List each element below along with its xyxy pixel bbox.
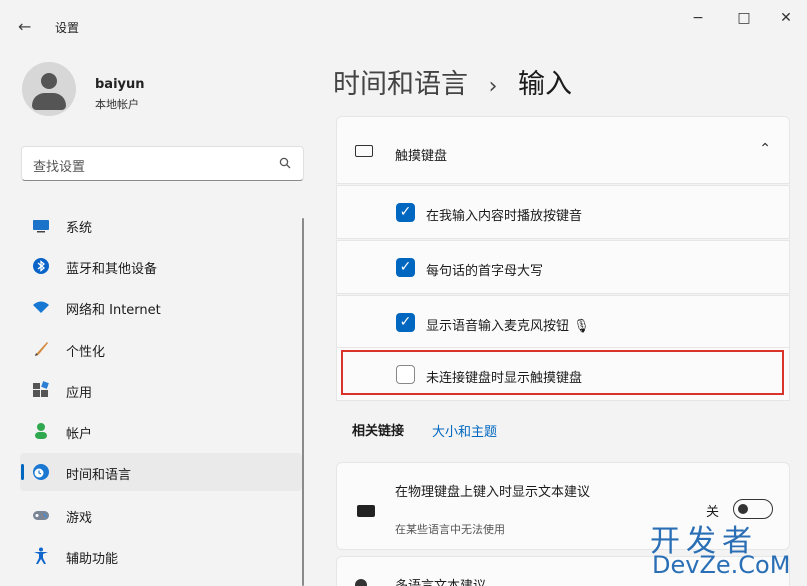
nav-item-network[interactable]: 网络和 Internet [20,288,302,326]
nav-item-time-language[interactable]: 时间和语言 [20,453,302,491]
search-box[interactable]: 查找设置 [21,146,304,181]
nav-item-apps[interactable]: 应用 [20,371,302,409]
nav-label: 网络和 Internet [66,303,161,318]
touch-keyboard-header[interactable]: 触摸键盘 ⌃ [336,116,790,184]
toggle-knob [738,504,748,514]
nav-label: 蓝牙和其他设备 [66,262,158,277]
nav-item-system[interactable]: 系统 [20,206,302,244]
page-title: 时间和语言 › 输入 [333,62,572,101]
search-placeholder: 查找设置 [33,160,86,175]
brush-icon [35,342,48,356]
setting-title: 在物理键盘上键入时显示文本建议 [395,485,591,500]
checkbox-checked[interactable]: ✓ [396,203,415,222]
option-label: 在我输入内容时播放按键音 [426,209,583,224]
monitor-icon [33,220,49,233]
globe-clock-icon [33,464,49,480]
breadcrumb-parent[interactable]: 时间和语言 [333,69,468,100]
nav-label: 时间和语言 [66,468,132,483]
globe-icon [355,579,367,586]
nav-item-accessibility[interactable]: 辅助功能 [20,537,302,575]
nav-label: 辅助功能 [66,552,119,567]
avatar-head [41,73,57,89]
user-name: baiyun [95,77,145,92]
keyboard-icon [357,505,375,517]
related-links-label: 相关链接 [352,424,405,439]
title-bar: ← 设置 − □ ✕ [0,0,807,50]
chevron-up-icon[interactable]: ⌃ [759,141,771,157]
nav-item-gaming[interactable]: 游戏 [20,496,302,534]
nav-label: 游戏 [66,511,93,526]
checkbox-checked[interactable]: ✓ [396,258,415,277]
option-label: 显示语音输入麦克风按钮 🎙 [426,319,590,334]
selected-indicator [21,464,24,480]
nav-label: 应用 [66,386,93,401]
related-link[interactable]: 大小和主题 [432,421,497,440]
nav-label: 个性化 [66,345,106,360]
wifi-icon [33,301,49,313]
option-label: 每句话的首字母大写 [426,264,544,279]
nav-item-personalization[interactable]: 个性化 [20,330,302,368]
nav-label: 帐户 [66,427,93,442]
nav-item-bluetooth[interactable]: 蓝牙和其他设备 [20,247,302,285]
avatar-body [32,93,66,110]
highlight-box [341,350,784,395]
bluetooth-icon [33,258,49,274]
app-title: 设置 [55,21,80,35]
apps-icon [33,381,49,397]
checkbox-checked[interactable]: ✓ [396,313,415,332]
nav-item-accounts[interactable]: 帐户 [20,412,302,450]
sidebar-scrollbar[interactable] [302,218,304,586]
breadcrumb-current: 输入 [518,69,572,100]
option-row[interactable]: ✓ 显示语音输入麦克风按钮 🎙 [336,295,790,349]
search-icon[interactable] [279,157,291,169]
option-row[interactable]: ✓ 每句话的首字母大写 [336,240,790,294]
watermark-subtext: DevZe.CoM [652,551,791,579]
gamepad-icon [33,511,49,520]
keyboard-icon [355,145,373,157]
section-title: 触摸键盘 [395,149,448,164]
setting-note: 在某些语言中无法使用 [395,523,505,536]
person-icon [35,423,47,439]
maximize-button[interactable]: □ [729,10,759,26]
back-arrow-icon[interactable]: ← [18,17,31,36]
breadcrumb-separator: › [488,74,498,99]
nav-label: 系统 [66,221,93,236]
minimize-button[interactable]: − [683,10,713,26]
close-button[interactable]: ✕ [771,10,801,26]
option-row[interactable]: ✓ 在我输入内容时播放按键音 [336,185,790,239]
account-type: 本地帐户 [95,98,139,111]
avatar[interactable] [22,62,76,116]
setting-title: 多语言文本建议 [395,575,486,586]
accessibility-icon [34,547,48,564]
